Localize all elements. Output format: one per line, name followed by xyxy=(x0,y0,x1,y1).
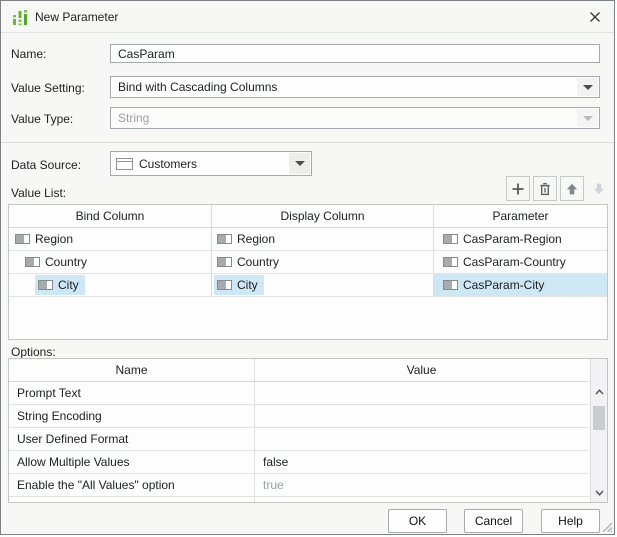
table-row[interactable]: Country Country CasParam-Country xyxy=(9,251,607,274)
parameter-value: CasParam-City xyxy=(463,278,545,292)
display-column-value: Region xyxy=(237,232,276,246)
arrow-up-icon xyxy=(566,183,578,194)
option-value[interactable] xyxy=(254,405,589,427)
value-type-label: Value Type: xyxy=(11,112,74,126)
bind-column-value: Country xyxy=(45,255,88,269)
separator-line xyxy=(1,142,614,143)
name-value: CasParam xyxy=(118,46,175,61)
cancel-button[interactable]: Cancel xyxy=(464,509,523,533)
option-value[interactable]: false xyxy=(254,451,589,473)
column-icon xyxy=(443,280,458,290)
value-type-value: String xyxy=(118,111,150,125)
new-parameter-dialog: New Parameter Name: CasParam Value Setti… xyxy=(0,0,615,535)
option-name: Enable the "All Values" option xyxy=(17,478,175,492)
option-value[interactable] xyxy=(254,382,589,404)
option-row[interactable]: User Defined Format xyxy=(9,428,589,451)
plus-icon xyxy=(512,183,524,194)
dialog-title: New Parameter xyxy=(35,10,119,24)
scrollbar-thumb[interactable] xyxy=(593,406,605,430)
move-down-button[interactable] xyxy=(587,176,611,201)
column-icon xyxy=(217,280,232,290)
chevron-down-icon[interactable] xyxy=(289,153,310,174)
column-icon xyxy=(443,234,458,244)
value-list-label: Value List: xyxy=(11,186,67,200)
name-input[interactable]: CasParam xyxy=(110,44,600,63)
help-button[interactable]: Help xyxy=(541,509,600,533)
option-name: Allow Multiple Values xyxy=(17,455,130,469)
title-bar[interactable]: New Parameter xyxy=(1,1,614,33)
option-row[interactable]: Prompt Text xyxy=(9,382,589,405)
arrow-down-icon xyxy=(593,183,605,194)
option-row[interactable]: Enable the "All Values" option true xyxy=(9,474,589,497)
column-header-bind: Bind Column xyxy=(9,205,212,227)
options-label: Options: xyxy=(11,345,56,359)
value-list-table: Bind Column Display Column Parameter Reg… xyxy=(8,204,608,340)
name-label: Name: xyxy=(11,47,47,61)
value-list-header-row: Bind Column Display Column Parameter xyxy=(9,205,607,228)
table-icon xyxy=(116,157,133,170)
options-header-row: Name Value xyxy=(9,359,589,382)
column-header-value: Value xyxy=(406,363,437,377)
add-button[interactable] xyxy=(506,176,530,201)
column-header-parameter: Parameter xyxy=(492,209,549,223)
option-name: User Defined Format xyxy=(17,432,129,446)
display-column-value: City xyxy=(237,278,258,292)
bind-column-value: City xyxy=(58,278,79,292)
move-up-button[interactable] xyxy=(560,176,584,201)
scroll-up-icon[interactable] xyxy=(591,383,607,400)
chevron-down-icon[interactable] xyxy=(577,78,598,96)
option-value[interactable] xyxy=(254,428,589,450)
data-source-label: Data Source: xyxy=(11,158,82,172)
column-header-name: Name xyxy=(115,363,148,377)
trash-icon xyxy=(540,182,550,195)
value-setting-value: Bind with Cascading Columns xyxy=(118,80,278,94)
value-setting-label: Value Setting: xyxy=(11,81,85,95)
data-source-value: Customers xyxy=(139,156,198,171)
options-table: Name Value Prompt Text String Encoding U… xyxy=(8,358,608,503)
column-icon xyxy=(15,234,30,244)
parameter-icon xyxy=(11,8,29,26)
scroll-down-icon[interactable] xyxy=(591,484,607,501)
column-icon xyxy=(38,280,53,290)
option-name: String Encoding xyxy=(17,409,102,423)
table-row-selected[interactable]: City City CasParam-City xyxy=(9,274,607,297)
ok-button[interactable]: OK xyxy=(388,509,447,533)
column-header-display: Display Column xyxy=(212,205,434,227)
value-type-select: String xyxy=(110,107,600,129)
data-source-select[interactable]: Customers xyxy=(110,151,312,176)
table-row[interactable]: Region Region CasParam-Region xyxy=(9,228,607,251)
option-row[interactable]: Allow Multiple Values false xyxy=(9,451,589,474)
display-column-value: Country xyxy=(237,255,280,269)
column-icon xyxy=(443,257,458,267)
option-name: Prompt Text xyxy=(17,386,81,400)
bind-column-value: Region xyxy=(35,232,74,246)
resize-grip[interactable] xyxy=(600,520,613,533)
column-icon xyxy=(217,257,232,267)
value-setting-select[interactable]: Bind with Cascading Columns xyxy=(110,76,600,98)
column-icon xyxy=(217,234,232,244)
delete-button[interactable] xyxy=(533,176,557,201)
options-scrollbar[interactable] xyxy=(590,359,607,502)
chevron-down-icon xyxy=(577,109,598,127)
parameter-value: CasParam-Country xyxy=(463,255,566,269)
parameter-value: CasParam-Region xyxy=(463,232,562,246)
column-icon xyxy=(25,257,40,267)
close-icon[interactable] xyxy=(584,7,606,27)
option-row[interactable]: String Encoding xyxy=(9,405,589,428)
option-value[interactable]: true xyxy=(254,474,589,496)
